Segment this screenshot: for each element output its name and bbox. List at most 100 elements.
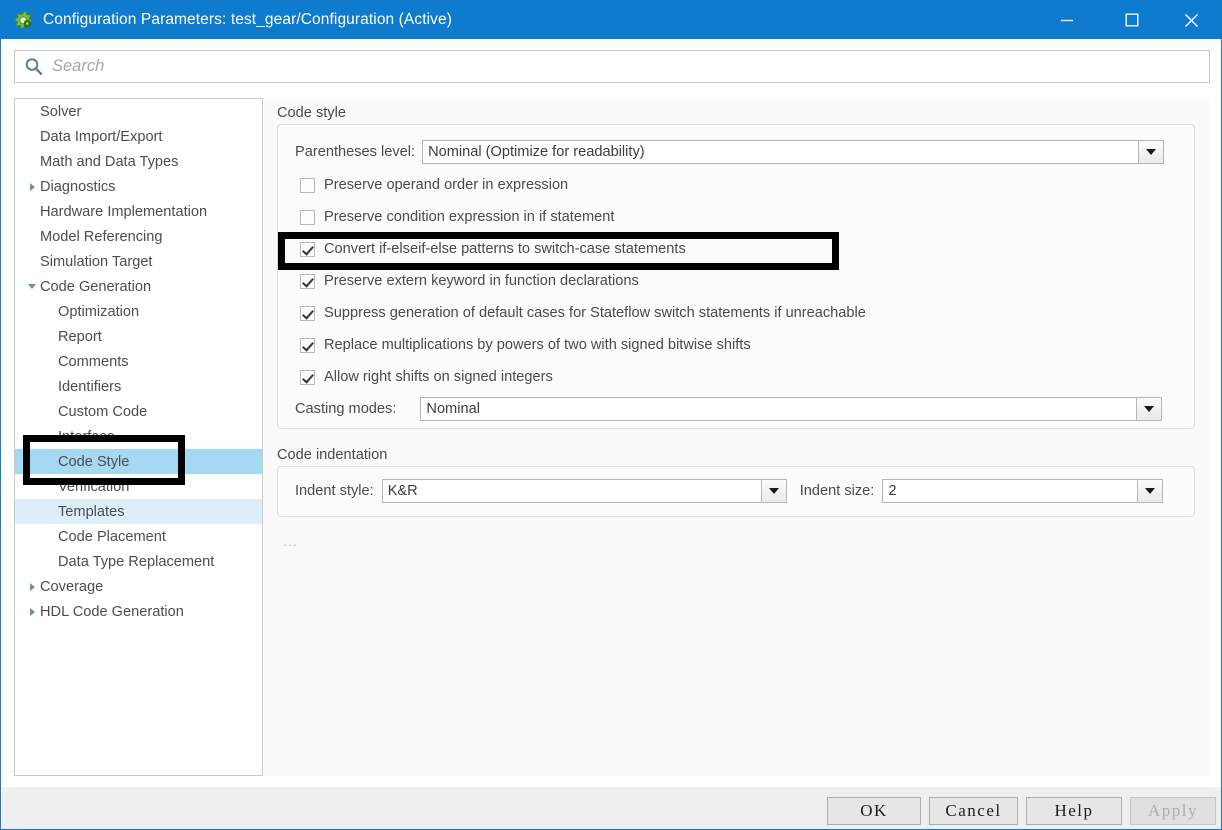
sidebar-item-custom-code[interactable]: Custom Code (15, 399, 262, 424)
code-indentation-section-title: Code indentation (277, 447, 388, 463)
indent-style-value: K&R (387, 483, 418, 499)
sidebar-item-label: Data Type Replacement (58, 553, 215, 570)
ok-button[interactable]: OK (827, 797, 921, 825)
casting-modes-value: Nominal (426, 401, 480, 417)
checkbox-label: Convert if-elseif-else patterns to switc… (324, 241, 686, 257)
sidebar-item-data-type-replacement[interactable]: Data Type Replacement (15, 549, 262, 574)
sidebar-item-identifiers[interactable]: Identifiers (15, 374, 262, 399)
preserve-extern-keyword-checkbox[interactable] (300, 273, 315, 289)
cancel-button[interactable]: Cancel (929, 797, 1018, 825)
convert-if-elseif-else-checkbox[interactable] (300, 241, 315, 257)
sidebar-item-hdl-code-generation[interactable]: HDL Code Generation (15, 599, 262, 624)
sidebar-item-math-and-data-types[interactable]: Math and Data Types (15, 149, 262, 174)
apply-button: Apply (1130, 797, 1216, 825)
code-indentation-group: Indent style: K&R Indent size: 2 (277, 466, 1195, 517)
sidebar-item-code-placement[interactable]: Code Placement (15, 524, 262, 549)
checkbox-label: Preserve operand order in expression (324, 177, 569, 193)
code-style-section-title: Code style (277, 105, 346, 121)
sidebar-item-label: Hardware Implementation (40, 203, 208, 220)
minimize-icon[interactable] (1043, 1, 1091, 39)
indent-style-label: Indent style: (295, 483, 374, 499)
maximize-icon[interactable] (1108, 1, 1156, 39)
indent-style-combo[interactable]: K&R (381, 479, 787, 503)
sidebar-item-simulation-target[interactable]: Simulation Target (15, 249, 262, 274)
sidebar-item-interface[interactable]: Interface (15, 424, 262, 449)
sidebar-item-comments[interactable]: Comments (15, 349, 262, 374)
search-icon (24, 57, 43, 76)
chevron-down-icon[interactable] (24, 274, 40, 299)
sidebar-item-optimization[interactable]: Optimization (15, 299, 262, 324)
chevron-down-icon[interactable] (1138, 141, 1164, 163)
parentheses-level-combo[interactable]: Nominal (Optimize for readability) (422, 140, 1165, 164)
chevron-right-icon[interactable] (24, 174, 40, 199)
settings-pane: Code style Parentheses level: Nominal (O… (264, 98, 1210, 776)
chevron-down-icon[interactable] (760, 480, 786, 502)
sidebar-item-model-referencing[interactable]: Model Referencing (15, 224, 262, 249)
chevron-down-icon[interactable] (1137, 480, 1163, 502)
sidebar-item-verification[interactable]: Verification (15, 474, 262, 499)
checkbox-row[interactable]: Allow right shifts on signed integers (300, 366, 553, 388)
help-button[interactable]: Help (1026, 797, 1122, 825)
casting-modes-combo[interactable]: Nominal (420, 397, 1163, 421)
window-title: Configuration Parameters: test_gear/Conf… (43, 11, 452, 28)
sidebar-item-templates[interactable]: Templates (15, 499, 262, 524)
checkbox-label: Preserve extern keyword in function decl… (324, 273, 639, 289)
checkbox-row[interactable]: Convert if-elseif-else patterns to switc… (300, 238, 686, 260)
overflow-ellipsis: ... (283, 534, 299, 550)
suppress-default-cases-checkbox[interactable] (300, 305, 315, 321)
chevron-down-icon[interactable] (1136, 398, 1162, 420)
sidebar-item-label: HDL Code Generation (40, 603, 184, 620)
chevron-right-icon[interactable] (24, 599, 40, 624)
sidebar-item-label: Code Placement (58, 528, 166, 545)
sidebar-item-label: Identifiers (58, 378, 122, 395)
checkbox-row[interactable]: Preserve operand order in expression (300, 174, 568, 196)
allow-right-shifts-checkbox[interactable] (300, 369, 315, 385)
sidebar-item-code-style[interactable]: Code Style (15, 449, 262, 474)
checkbox-row[interactable]: Suppress generation of default cases for… (300, 302, 866, 324)
checkbox-row[interactable]: Preserve condition expression in if stat… (300, 206, 614, 228)
close-icon[interactable] (1167, 1, 1215, 39)
preserve-operand-order-checkbox[interactable] (300, 177, 315, 193)
sidebar-item-hardware-implementation[interactable]: Hardware Implementation (15, 199, 262, 224)
checkbox-row[interactable]: Preserve extern keyword in function decl… (300, 270, 639, 292)
sidebar-item-label: Diagnostics (40, 178, 116, 195)
search-bar[interactable] (14, 50, 1210, 83)
replace-multiplications-checkbox[interactable] (300, 337, 315, 353)
sidebar-item-label: Coverage (40, 578, 104, 595)
sidebar-item-label: Model Referencing (40, 228, 163, 245)
sidebar-item-solver[interactable]: Solver (15, 99, 262, 124)
sidebar-item-data-import-export[interactable]: Data Import/Export (15, 124, 262, 149)
settings-tree[interactable]: Solver Data Import/Export Math and Data Ty… (14, 98, 263, 776)
checkbox-row[interactable]: Replace multiplications by powers of two… (300, 334, 751, 356)
sidebar-item-label: Simulation Target (40, 253, 153, 270)
checkbox-label: Allow right shifts on signed integers (324, 369, 553, 385)
search-input[interactable] (52, 57, 1052, 76)
sidebar-item-diagnostics[interactable]: Diagnostics (15, 174, 262, 199)
sidebar-item-code-generation[interactable]: Code Generation (15, 274, 262, 299)
dialog-footer: OK Cancel Help Apply (2, 787, 1221, 829)
checkbox-label: Preserve condition expression in if stat… (324, 209, 615, 225)
sidebar-item-report[interactable]: Report (15, 324, 262, 349)
title-bar: Configuration Parameters: test_gear/Conf… (1, 1, 1221, 39)
code-style-group: Parentheses level: Nominal (Optimize for… (277, 124, 1195, 429)
chevron-right-icon[interactable] (24, 574, 40, 599)
sidebar-item-coverage[interactable]: Coverage (15, 574, 262, 599)
sidebar-item-label: Report (58, 328, 102, 345)
preserve-condition-expression-checkbox[interactable] (300, 209, 315, 225)
indent-size-label: Indent size: (799, 483, 875, 499)
sidebar-item-label: Code Style (58, 453, 130, 470)
indent-size-combo[interactable]: 2 (882, 479, 1164, 503)
checkbox-label: Replace multiplications by powers of two… (324, 337, 751, 353)
sidebar-item-label: Comments (58, 353, 129, 370)
